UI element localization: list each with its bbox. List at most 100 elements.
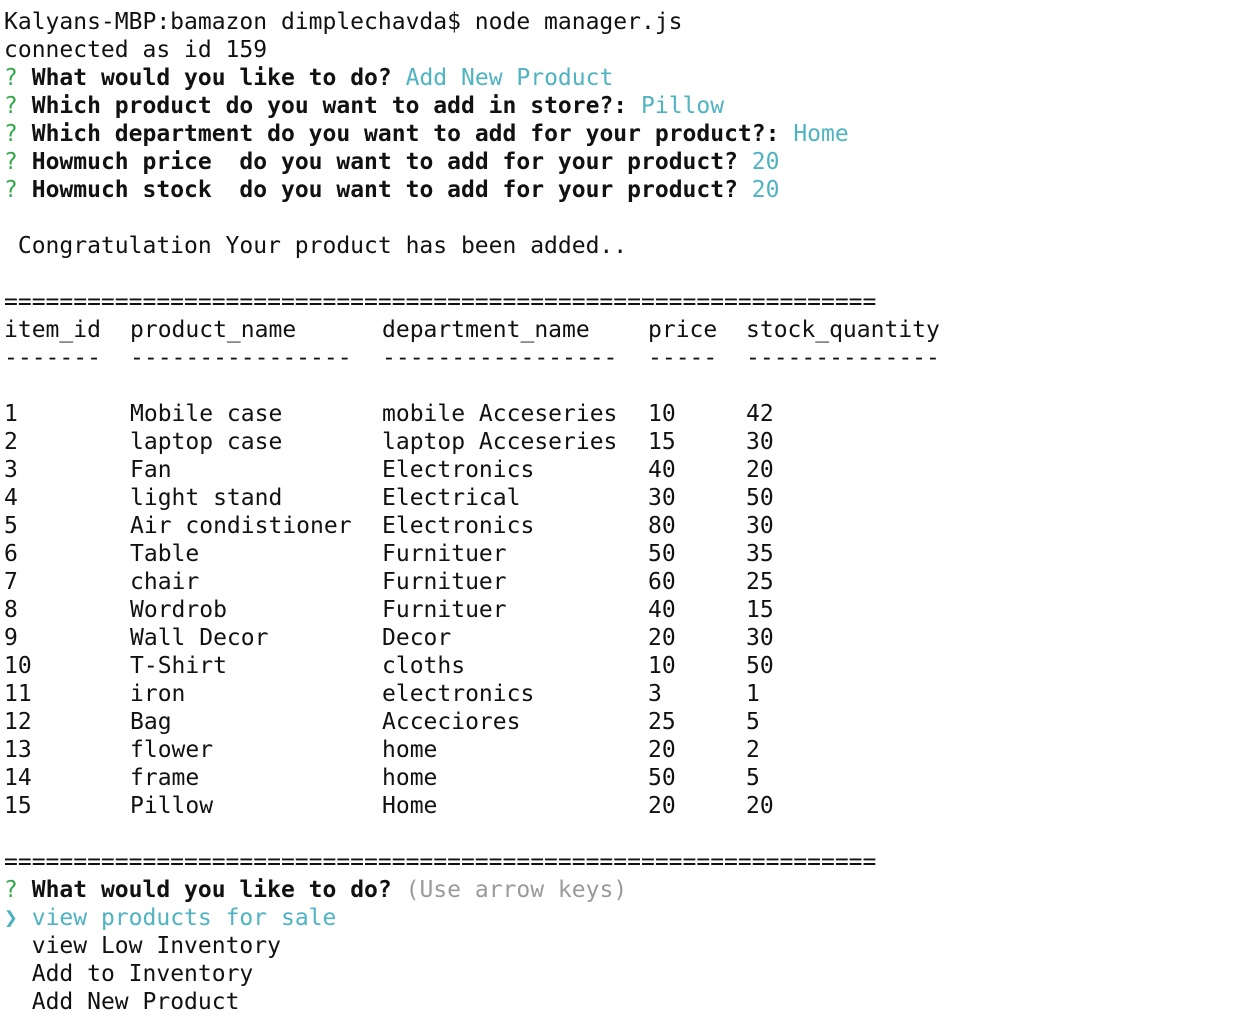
- cell-stock-quantity: 25: [746, 569, 774, 595]
- cell-stock-quantity: 50: [746, 485, 774, 511]
- pointer-spacer: [4, 989, 18, 1015]
- prompt-answer: Home: [793, 121, 849, 147]
- cell-department-name: cloths: [382, 653, 466, 679]
- table-row: 9 Wall Decor Decor 20 30: [4, 624, 1230, 652]
- cell-department-name: laptop Acceseries: [382, 429, 618, 455]
- cell-stock-quantity: 42: [746, 401, 774, 427]
- cell-product-name: frame: [130, 765, 200, 791]
- pointer-spacer: [4, 961, 18, 987]
- cell-product-name: Wall Decor: [130, 625, 269, 651]
- prompt-question: What would you like to do?: [31, 877, 392, 903]
- cell-item-id: 6: [4, 541, 18, 567]
- header-rule: ----------------: [130, 345, 352, 371]
- prompt-answer: 20: [751, 149, 780, 175]
- header-rule: -----: [648, 345, 718, 371]
- cell-stock-quantity: 5: [746, 709, 760, 735]
- menu-option[interactable]: view Low Inventory: [4, 932, 1230, 960]
- prompt-question: Which product do you want to add in stor…: [31, 93, 628, 119]
- cell-department-name: Electronics: [382, 457, 535, 483]
- cell-item-id: 5: [4, 513, 18, 539]
- prompt-question: Howmuch price do you want to add for you…: [31, 149, 738, 175]
- cell-product-name: Wordrob: [130, 597, 227, 623]
- table-row: 1 Mobile case mobile Acceseries 10 42: [4, 400, 1230, 428]
- prompt-question-mark-icon: ?: [4, 121, 18, 147]
- prompt-question-mark-icon: ?: [4, 177, 18, 203]
- prompt-action: ? What would you like to do? Add New Pro…: [4, 64, 1230, 92]
- prompt-answer: Pillow: [641, 93, 725, 119]
- menu-option-label: Add New Product: [31, 989, 240, 1015]
- menu-option-label: view Low Inventory: [31, 933, 281, 959]
- cell-stock-quantity: 15: [746, 597, 774, 623]
- table-header-rule: ------- ---------------- -----------------…: [4, 344, 1230, 372]
- cell-item-id: 13: [4, 737, 32, 763]
- menu-option-selected[interactable]: ❯ view products for sale: [4, 904, 1230, 932]
- cell-stock-quantity: 35: [746, 541, 774, 567]
- table-row: 14 frame home 50 5: [4, 764, 1230, 792]
- cell-price: 30: [648, 485, 676, 511]
- menu-options: ❯ view products for sale view Low Invent…: [4, 904, 1230, 1016]
- cell-item-id: 8: [4, 597, 18, 623]
- cell-department-name: home: [382, 765, 438, 791]
- prompt-question: Howmuch stock do you want to add for you…: [31, 177, 738, 203]
- table-row: 5 Air condistioner Electronics 80 30: [4, 512, 1230, 540]
- cell-price: 10: [648, 653, 676, 679]
- pointer-icon: ❯: [4, 905, 18, 931]
- cell-product-name: light stand: [130, 485, 283, 511]
- cell-product-name: Mobile case: [130, 401, 283, 427]
- cell-department-name: home: [382, 737, 438, 763]
- table-row: 3 Fan Electronics 40 20: [4, 456, 1230, 484]
- prompt-hint: (Use arrow keys): [405, 877, 628, 903]
- prompt-question-mark-icon: ?: [4, 65, 18, 91]
- cell-department-name: mobile Acceseries: [382, 401, 618, 427]
- table-row: 11 iron electronics 3 1: [4, 680, 1230, 708]
- cell-stock-quantity: 2: [746, 737, 760, 763]
- prompt-stock: ? Howmuch stock do you want to add for y…: [4, 176, 1230, 204]
- cell-stock-quantity: 30: [746, 429, 774, 455]
- cell-department-name: Home: [382, 793, 438, 819]
- terminal-window: Kalyans-MBP:bamazon dimplechavda$ node m…: [4, 8, 1230, 1016]
- cell-item-id: 2: [4, 429, 18, 455]
- cell-price: 3: [648, 681, 662, 707]
- menu-option-label: Add to Inventory: [31, 961, 254, 987]
- table-row: 8 Wordrob Furnituer 40 15: [4, 596, 1230, 624]
- menu-option[interactable]: Add to Inventory: [4, 960, 1230, 988]
- column-header-stock-quantity: stock_quantity: [746, 317, 940, 343]
- cell-item-id: 7: [4, 569, 18, 595]
- cell-stock-quantity: 30: [746, 513, 774, 539]
- cell-department-name: Electrical: [382, 485, 521, 511]
- table-row: 12 Bag Acceciores 25 5: [4, 708, 1230, 736]
- column-header-price: price: [648, 317, 718, 343]
- header-rule: -------: [4, 345, 101, 371]
- prompt-price: ? Howmuch price do you want to add for y…: [4, 148, 1230, 176]
- prompt-question-mark-icon: ?: [4, 149, 18, 175]
- header-rule: --------------: [746, 345, 940, 371]
- cell-stock-quantity: 30: [746, 625, 774, 651]
- column-header-department-name: department_name: [382, 317, 590, 343]
- cell-price: 20: [648, 737, 676, 763]
- table-separator-bottom: ========================================…: [4, 849, 877, 875]
- cell-price: 25: [648, 709, 676, 735]
- cell-product-name: flower: [130, 737, 214, 763]
- cell-price: 60: [648, 569, 676, 595]
- prompt-department: ? Which department do you want to add fo…: [4, 120, 1230, 148]
- success-message: Congratulation Your product has been add…: [4, 233, 628, 259]
- table-row: 6 Table Furnituer 50 35: [4, 540, 1230, 568]
- column-header-product-name: product_name: [130, 317, 297, 343]
- cell-item-id: 4: [4, 485, 18, 511]
- cell-stock-quantity: 1: [746, 681, 760, 707]
- cell-product-name: T-Shirt: [130, 653, 227, 679]
- header-rule: -----------------: [382, 345, 618, 371]
- prompt-answer: 20: [751, 177, 780, 203]
- table-row: 10 T-Shirt cloths 10 50: [4, 652, 1230, 680]
- table-row: 4 light stand Electrical 30 50: [4, 484, 1230, 512]
- cell-department-name: electronics: [382, 681, 535, 707]
- pointer-spacer: [4, 933, 18, 959]
- prompt-product-name: ? Which product do you want to add in st…: [4, 92, 1230, 120]
- menu-option[interactable]: Add New Product: [4, 988, 1230, 1016]
- prompt-question-mark-icon: ?: [4, 877, 18, 903]
- connection-status: connected as id 159: [4, 37, 268, 63]
- cell-item-id: 14: [4, 765, 32, 791]
